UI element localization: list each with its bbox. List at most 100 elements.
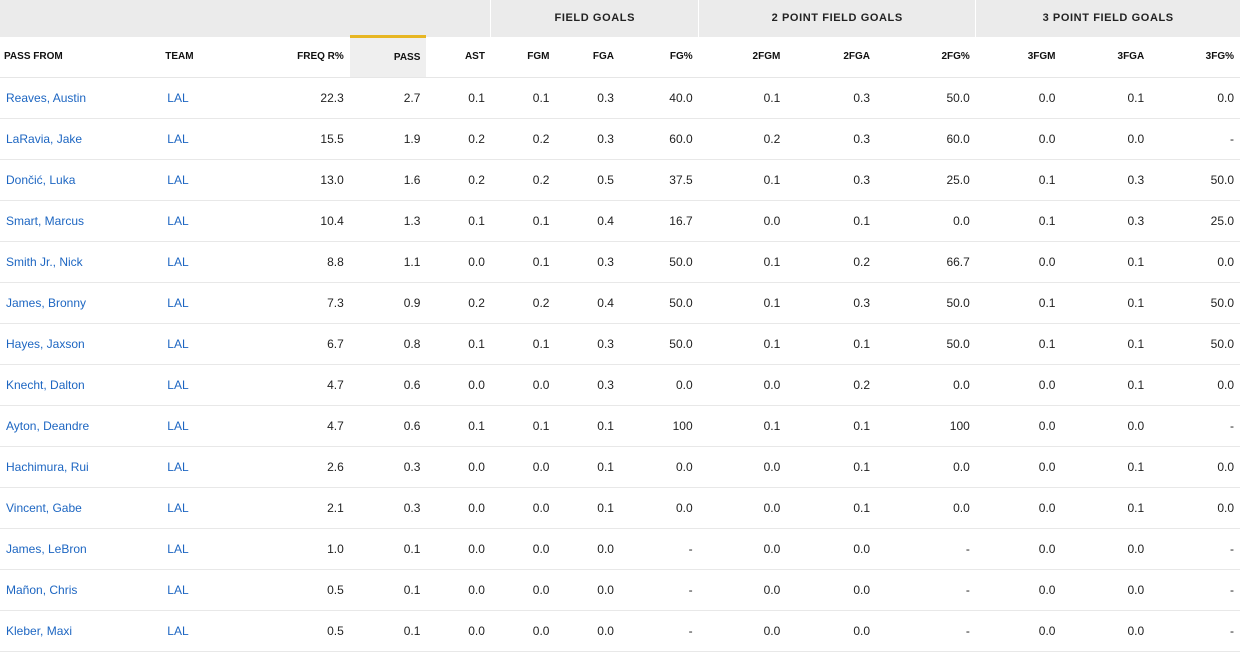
player-link[interactable]: Smart, Marcus	[6, 214, 84, 228]
stat-cell-fg-pct: 60.0	[619, 118, 699, 160]
stat-cell-freq-r-pct: 2.6	[252, 446, 350, 488]
stat-cell-2fgm: 0.0	[698, 364, 787, 406]
player-link[interactable]: James, LeBron	[6, 542, 87, 556]
team-link[interactable]: LAL	[167, 378, 188, 392]
column-header-fg-pct[interactable]: FG%	[619, 36, 699, 78]
team-link[interactable]: LAL	[167, 91, 188, 105]
table-row: Hachimura, Rui LAL 2.6 0.3 0.0 0.0 0.1 0.0 0.0 0.…	[0, 446, 1240, 488]
stat-cell-2fga: 0.2	[786, 241, 877, 283]
team-link[interactable]: LAL	[167, 542, 188, 556]
team-link[interactable]: LAL	[167, 296, 188, 310]
stat-cell-ast: 0.1	[426, 200, 491, 242]
team-link[interactable]: LAL	[167, 624, 188, 638]
player-link[interactable]: Ayton, Deandre	[6, 419, 89, 433]
team-link[interactable]: LAL	[167, 214, 188, 228]
stat-cell-3fg-pct: 50.0	[1150, 159, 1240, 201]
player-link[interactable]: Knecht, Dalton	[6, 378, 85, 392]
player-link[interactable]: Dončić, Luka	[6, 173, 75, 187]
stat-cell-pass: 0.1	[349, 569, 427, 611]
stat-cell-3fga: 0.1	[1061, 323, 1151, 365]
team-link[interactable]: LAL	[167, 337, 188, 351]
team-cell: LAL	[161, 241, 252, 283]
player-link[interactable]: Vincent, Gabe	[6, 501, 82, 515]
column-header-2fgm[interactable]: 2FGM	[698, 36, 787, 78]
stat-cell-3fga: 0.0	[1061, 118, 1151, 160]
stat-cell-2fgm: 0.0	[698, 610, 787, 652]
stat-cell-3fgm: 0.0	[975, 446, 1062, 488]
stat-cell-fga: 0.3	[555, 323, 620, 365]
stat-cell-fgm: 0.1	[490, 200, 556, 242]
stat-cell-2fg-pct: -	[876, 610, 976, 652]
group-header-blank	[0, 0, 491, 37]
stat-cell-freq-r-pct: 8.8	[252, 241, 350, 283]
stat-cell-freq-r-pct: 4.7	[252, 364, 350, 406]
column-header-fgm[interactable]: FGM	[490, 36, 556, 78]
stat-cell-ast: 0.0	[426, 446, 491, 488]
stat-cell-2fg-pct: 0.0	[876, 364, 976, 406]
player-link[interactable]: Hachimura, Rui	[6, 460, 89, 474]
stat-cell-fga: 0.4	[555, 282, 620, 324]
team-link[interactable]: LAL	[167, 583, 188, 597]
column-header-team[interactable]: TEAM	[161, 36, 252, 78]
column-header-row: PASS FROM TEAM FREQ R% PASS AST FGM FGA FG% 2FGM…	[0, 35, 1240, 78]
stat-cell-2fgm: 0.1	[698, 405, 787, 447]
column-header-3fg-pct[interactable]: 3FG%	[1150, 36, 1240, 78]
team-link[interactable]: LAL	[167, 501, 188, 515]
stat-cell-ast: 0.2	[426, 118, 491, 160]
player-cell: Smith Jr., Nick	[0, 241, 162, 283]
stat-cell-3fg-pct: -	[1150, 118, 1240, 160]
team-link[interactable]: LAL	[167, 173, 188, 187]
player-link[interactable]: Mañon, Chris	[6, 583, 77, 597]
stat-cell-3fg-pct: 0.0	[1150, 241, 1240, 283]
player-link[interactable]: Smith Jr., Nick	[6, 255, 83, 269]
team-link[interactable]: LAL	[167, 419, 188, 433]
table-row: Vincent, Gabe LAL 2.1 0.3 0.0 0.0 0.1 0.0 0.0 0.1…	[0, 487, 1240, 529]
team-link[interactable]: LAL	[167, 460, 188, 474]
team-cell: LAL	[161, 118, 252, 160]
column-header-2fg-pct[interactable]: 2FG%	[876, 36, 976, 78]
stat-cell-3fg-pct: -	[1150, 569, 1240, 611]
stat-cell-fg-pct: 50.0	[619, 323, 699, 365]
stat-cell-2fgm: 0.0	[698, 200, 787, 242]
stat-cell-pass: 0.1	[349, 528, 427, 570]
player-cell: LaRavia, Jake	[0, 118, 162, 160]
team-link[interactable]: LAL	[167, 132, 188, 146]
stat-cell-fga: 0.3	[555, 241, 620, 283]
column-header-2fga[interactable]: 2FGA	[786, 36, 877, 78]
stat-cell-2fg-pct: 60.0	[876, 118, 976, 160]
stat-cell-ast: 0.0	[426, 487, 491, 529]
column-header-freq-r-pct[interactable]: FREQ R%	[252, 36, 350, 78]
stat-cell-3fga: 0.1	[1061, 241, 1151, 283]
table-row: Kleber, Maxi LAL 0.5 0.1 0.0 0.0 0.0-0.0 0.0-0.…	[0, 610, 1240, 652]
stat-cell-3fgm: 0.0	[975, 364, 1062, 406]
stat-cell-3fgm: 0.0	[975, 610, 1062, 652]
table-row: Mañon, Chris LAL 0.5 0.1 0.0 0.0 0.0-0.0 0.0-0.…	[0, 569, 1240, 611]
team-cell: LAL	[161, 528, 252, 570]
stat-cell-2fga: 0.3	[786, 159, 877, 201]
stat-cell-fg-pct: 0.0	[619, 364, 699, 406]
column-header-3fgm[interactable]: 3FGM	[975, 36, 1062, 78]
player-cell: Knecht, Dalton	[0, 364, 162, 406]
player-link[interactable]: Reaves, Austin	[6, 91, 86, 105]
column-header-fga[interactable]: FGA	[555, 36, 620, 78]
team-link[interactable]: LAL	[167, 255, 188, 269]
stat-cell-2fga: 0.1	[786, 487, 877, 529]
stat-cell-2fga: 0.0	[786, 528, 877, 570]
column-header-3fga[interactable]: 3FGA	[1061, 36, 1151, 78]
column-header-ast[interactable]: AST	[426, 36, 491, 78]
stat-cell-pass: 1.6	[349, 159, 427, 201]
player-link[interactable]: LaRavia, Jake	[6, 132, 82, 146]
player-link[interactable]: Hayes, Jaxson	[6, 337, 85, 351]
column-header-pass[interactable]: PASS	[349, 35, 427, 78]
column-header-pass-from[interactable]: PASS FROM	[0, 36, 162, 78]
stat-cell-2fgm: 0.0	[698, 487, 787, 529]
player-cell: Ayton, Deandre	[0, 405, 162, 447]
stat-cell-fg-pct: -	[619, 610, 699, 652]
stat-cell-fg-pct: 37.5	[619, 159, 699, 201]
player-link[interactable]: James, Bronny	[6, 296, 86, 310]
player-link[interactable]: Kleber, Maxi	[6, 624, 72, 638]
stat-cell-3fga: 0.3	[1061, 159, 1151, 201]
team-cell: LAL	[161, 487, 252, 529]
table-row: Dončić, Luka LAL 13.0 1.6 0.2 0.2 0.5 37.5 0.1 0.…	[0, 159, 1240, 201]
stat-cell-3fg-pct: 0.0	[1150, 487, 1240, 529]
